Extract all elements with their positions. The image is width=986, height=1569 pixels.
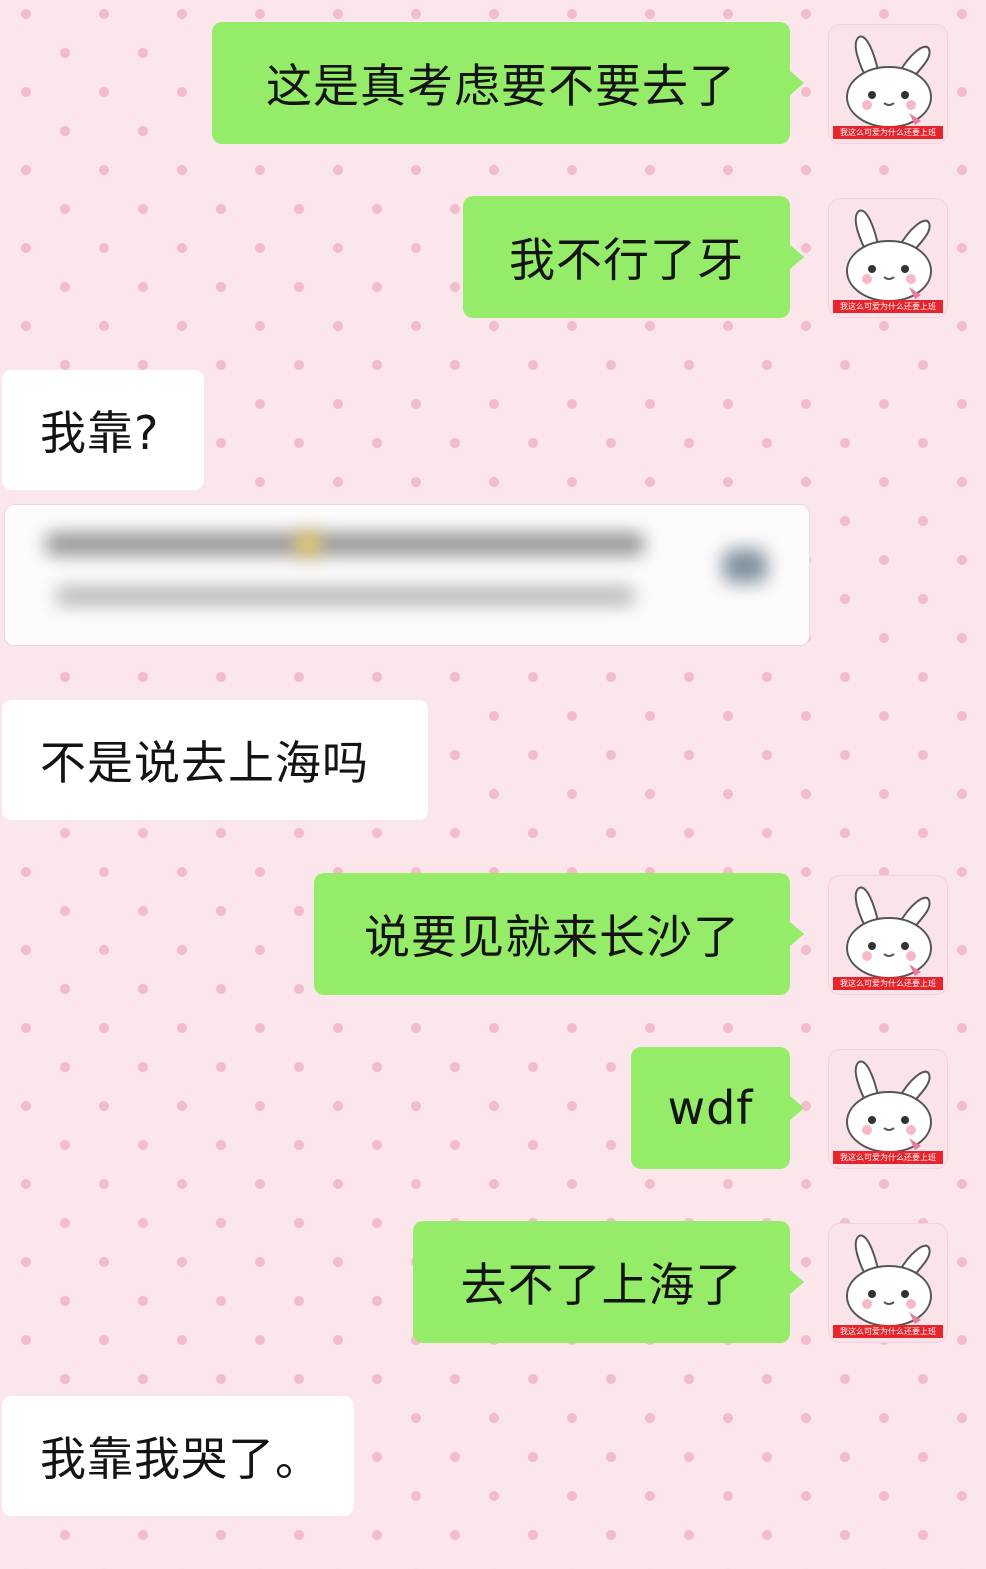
message-text: 我不行了牙 — [509, 233, 744, 287]
outgoing-message[interactable]: 我不行了牙 — [463, 196, 804, 318]
incoming-message[interactable]: 我靠? — [2, 370, 204, 490]
message-text: 说要见就来长沙了 — [364, 910, 740, 964]
incoming-message[interactable]: 不是说去上海吗 — [2, 700, 428, 820]
outgoing-message[interactable]: 去不了上海了 — [413, 1221, 804, 1343]
message-text: 去不了上海了 — [460, 1258, 743, 1312]
chat-area[interactable]: 这是真考虑要不要去了 我这么可爱为什么还要上班 我不行了牙 我这么可爱为什么还要… — [0, 0, 986, 1569]
blurred-icon — [295, 533, 321, 555]
avatar-caption: 我这么可爱为什么还要上班 — [833, 977, 943, 990]
avatar[interactable]: 我这么可爱为什么还要上班 — [828, 1049, 948, 1169]
message-text: wdf — [667, 1081, 754, 1135]
avatar-caption: 我这么可爱为什么还要上班 — [833, 1325, 943, 1338]
avatar[interactable]: 我这么可爱为什么还要上班 — [828, 198, 948, 318]
blurred-subtitle — [55, 587, 635, 605]
message-text: 不是说去上海吗 — [40, 736, 369, 790]
blurred-link-card[interactable] — [4, 504, 810, 646]
outgoing-message[interactable]: 说要见就来长沙了 — [314, 873, 804, 995]
message-text: 我靠? — [40, 406, 160, 460]
avatar[interactable]: 我这么可爱为什么还要上班 — [828, 875, 948, 995]
message-text: 这是真考虑要不要去了 — [266, 59, 736, 113]
outgoing-message[interactable]: wdf — [631, 1047, 804, 1169]
avatar[interactable]: 我这么可爱为什么还要上班 — [828, 24, 948, 144]
blurred-title — [45, 533, 645, 555]
avatar[interactable]: 我这么可爱为什么还要上班 — [828, 1223, 948, 1343]
incoming-message[interactable]: 我靠我哭了。 — [2, 1396, 354, 1516]
avatar-caption: 我这么可爱为什么还要上班 — [833, 300, 943, 313]
blurred-thumbnail — [723, 549, 767, 583]
outgoing-message[interactable]: 这是真考虑要不要去了 — [212, 22, 804, 144]
avatar-caption: 我这么可爱为什么还要上班 — [833, 126, 943, 139]
message-text: 我靠我哭了。 — [40, 1432, 322, 1486]
avatar-caption: 我这么可爱为什么还要上班 — [833, 1151, 943, 1164]
